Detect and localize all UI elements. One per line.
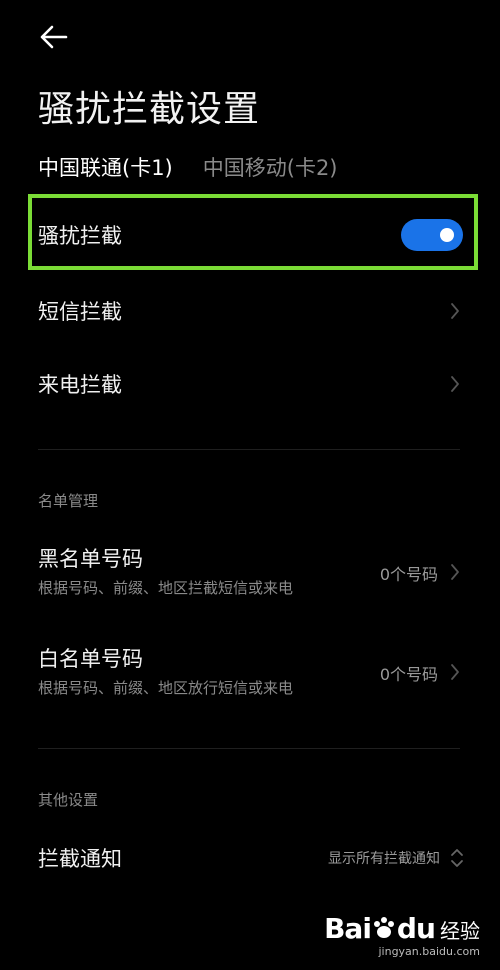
sms-block-label: 短信拦截 [38,300,122,324]
back-arrow-icon[interactable] [36,22,72,52]
divider [38,748,460,749]
tab-sim2[interactable]: 中国移动(卡2) [203,152,338,182]
whitelist-count: 0个号码 [379,665,438,684]
tab-sim1[interactable]: 中国联通(卡1) [38,152,173,182]
baidu-jingyan-watermark: Bai du 经验 jingyan.baidu.com [324,912,480,958]
divider [38,449,460,450]
whitelist-row[interactable]: 白名单号码 根据号码、前缀、地区放行短信或来电 0个号码 [0,643,500,703]
watermark-jingyan: 经验 [440,919,480,943]
section-title-list-management: 名单管理 [38,492,99,510]
watermark-url: jingyan.baidu.com [378,945,480,958]
chevron-right-icon [451,303,459,319]
whitelist-title: 白名单号码 [38,647,143,671]
watermark-brand-right: du [396,912,436,945]
paw-icon [373,917,394,938]
notification-value: 显示所有拦截通知 [328,851,440,867]
watermark-brand-left: Bai [324,912,372,945]
page-title: 骚扰拦截设置 [38,89,261,130]
blacklist-count: 0个号码 [379,565,438,584]
chevron-up-down-icon [451,849,463,867]
blacklist-row[interactable]: 黑名单号码 根据号码、前缀、地区拦截短信或来电 0个号码 [0,543,500,603]
section-title-other-settings: 其他设置 [38,791,99,809]
chevron-right-icon [451,376,459,392]
call-block-label: 来电拦截 [38,373,122,397]
sim-tabs: 中国联通(卡1) 中国移动(卡2) [38,152,338,182]
blacklist-title: 黑名单号码 [38,547,143,571]
blacklist-subtitle: 根据号码、前缀、地区拦截短信或来电 [38,579,294,597]
chevron-right-icon [451,664,459,680]
spam-block-toggle[interactable] [401,219,463,251]
whitelist-subtitle: 根据号码、前缀、地区放行短信或来电 [38,679,294,697]
chevron-right-icon [451,564,459,580]
toggle-knob [440,228,454,242]
call-block-row[interactable]: 来电拦截 [0,369,500,399]
spam-block-label: 骚扰拦截 [38,224,122,248]
notification-label: 拦截通知 [38,847,122,871]
sms-block-row[interactable]: 短信拦截 [0,296,500,326]
notification-row[interactable]: 拦截通知 显示所有拦截通知 [0,843,500,873]
